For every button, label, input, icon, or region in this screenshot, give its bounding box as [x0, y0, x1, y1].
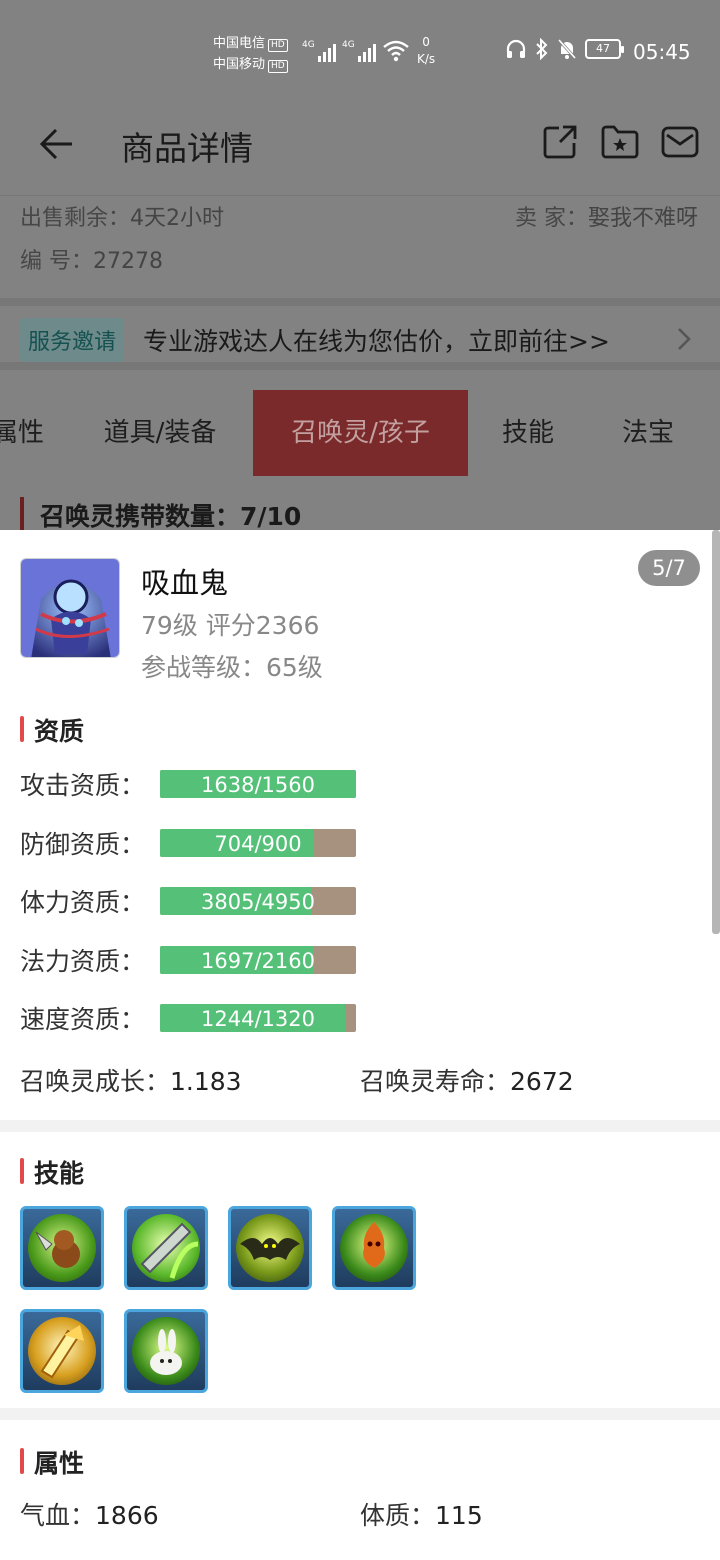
tab-items-equipment[interactable]: 道具/装备 — [92, 390, 228, 476]
clock: 05:45 — [633, 40, 691, 64]
scrollbar[interactable] — [712, 530, 720, 934]
skill-green-blade-icon[interactable] — [124, 1206, 208, 1290]
aptitude-title: 资质 — [20, 712, 84, 748]
chevron-right-icon — [678, 328, 691, 350]
carrier-2: 中国移动 — [213, 57, 266, 72]
aptitude-row: 速度资质： 1244/1320 — [20, 1004, 360, 1034]
speed-unit: K/s — [417, 52, 436, 66]
service-text: 专业游戏达人在线为您估价，立即前往>> — [143, 327, 610, 356]
net-speed: 0 K/s — [417, 34, 435, 68]
summon-count: 召唤灵携带数量：7/10 — [20, 497, 301, 530]
skills-card: 技能 — [0, 1132, 720, 1408]
skill-monkey-axe-icon[interactable] — [20, 1206, 104, 1290]
bluetooth-icon — [536, 38, 548, 60]
growth-stat: 召唤灵成长：1.183 — [20, 1067, 242, 1096]
battery-level: 47 — [596, 42, 610, 55]
vampire-portrait-icon — [21, 559, 119, 657]
battery-icon: 47 — [585, 39, 624, 59]
aptitude-label: 攻击资质： — [20, 771, 146, 800]
pet-battle-level: 参战等级：65级 — [141, 653, 323, 682]
skill-fire-spirit-icon[interactable] — [332, 1206, 416, 1290]
tab-attributes[interactable]: 属性 — [0, 390, 58, 476]
tab-skills[interactable]: 技能 — [490, 390, 566, 476]
background-page: 中国电信 HD 中国移动 HD 4G 4G 0 K/s 47 05:45 商品详… — [0, 0, 720, 530]
skills-title: 技能 — [20, 1154, 84, 1190]
attributes-card: 属性 气血：1866 体质：115 — [0, 1420, 720, 1560]
aptitude-bar: 1244/1320 — [160, 1004, 356, 1032]
wifi-icon — [383, 40, 409, 62]
hd-badge-2: HD — [268, 60, 288, 73]
skill-white-rabbit-icon[interactable] — [124, 1309, 208, 1393]
carrier-1: 中国电信 — [213, 36, 266, 51]
aptitude-bar: 1638/1560 — [160, 770, 356, 798]
pet-info-card: 吸血鬼 79级 评分2366 参战等级：65级 5/7 资质 攻击资质： 163… — [0, 530, 720, 1120]
pet-name: 吸血鬼 — [141, 566, 229, 600]
skill-golden-wing-icon[interactable] — [20, 1309, 104, 1393]
speed-value: 0 — [422, 35, 430, 49]
hd-badge-1: HD — [268, 39, 288, 52]
network-type-1: 4G — [302, 40, 315, 50]
aptitude-row: 体力资质： 3805/4950 — [20, 887, 360, 917]
aptitude-label: 法力资质： — [20, 947, 146, 976]
pet-avatar — [20, 558, 120, 658]
pet-detail-sheet[interactable]: 吸血鬼 79级 评分2366 参战等级：65级 5/7 资质 攻击资质： 163… — [0, 530, 720, 1560]
share-icon[interactable] — [542, 124, 578, 160]
life-stat: 召唤灵寿命：2672 — [360, 1067, 574, 1096]
aptitude-bar: 1697/2160 — [160, 946, 356, 974]
aptitude-bar: 704/900 — [160, 829, 356, 857]
listing-meta: 出售剩余：4天2小时 卖 家：娶我不难呀 编 号：27278 — [0, 198, 720, 290]
favorite-folder-icon[interactable] — [600, 124, 640, 160]
network-type-2: 4G — [342, 40, 355, 50]
skill-bat-icon[interactable] — [228, 1206, 312, 1290]
aptitude-value: 1244/1320 — [201, 1007, 315, 1031]
pet-level-score: 79级 评分2366 — [141, 611, 320, 640]
attribute-constitution: 体质：115 — [360, 1501, 483, 1530]
status-bar: 中国电信 HD 中国移动 HD 4G 4G 0 K/s 47 05:45 — [0, 0, 720, 100]
aptitude-row: 防御资质： 704/900 — [20, 829, 360, 859]
carrier-info: 中国电信 HD 中国移动 HD — [213, 33, 288, 75]
aptitude-row: 法力资质： 1697/2160 — [20, 946, 360, 976]
tab-treasure[interactable]: 法宝 — [610, 390, 686, 476]
signal-icon-2: 4G — [342, 40, 376, 62]
message-icon[interactable] — [661, 124, 699, 160]
tab-bar: 属性 道具/装备 召唤灵/孩子 技能 法宝 — [0, 390, 720, 476]
aptitude-row: 攻击资质： 1638/1560 — [20, 770, 360, 800]
mute-bell-icon — [557, 39, 577, 59]
aptitude-label: 体力资质： — [20, 888, 146, 917]
service-banner[interactable]: 服务邀请 专业游戏达人在线为您估价，立即前往>> — [0, 298, 720, 370]
page-title: 商品详情 — [121, 129, 253, 168]
remaining-time: 出售剩余：4天2小时 — [20, 206, 225, 231]
aptitude-value: 1638/1560 — [201, 773, 315, 797]
aptitude-bar: 3805/4950 — [160, 887, 356, 915]
seller: 卖 家：娶我不难呀 — [514, 206, 698, 231]
attributes-title: 属性 — [20, 1444, 84, 1480]
pet-pager: 5/7 — [638, 550, 700, 586]
aptitude-value: 1697/2160 — [201, 949, 315, 973]
signal-icon-1: 4G — [302, 40, 336, 62]
aptitude-label: 速度资质： — [20, 1005, 146, 1034]
headphones-icon — [506, 39, 526, 58]
service-badge: 服务邀请 — [20, 318, 125, 362]
aptitude-value: 704/900 — [214, 832, 302, 856]
listing-id: 编 号：27278 — [20, 249, 163, 274]
attribute-hp: 气血：1866 — [20, 1501, 159, 1530]
aptitude-label: 防御资质： — [20, 830, 146, 859]
app-header: 商品详情 — [0, 100, 720, 196]
tab-summons[interactable]: 召唤灵/孩子 — [253, 390, 468, 476]
aptitude-value: 3805/4950 — [201, 890, 315, 914]
back-icon[interactable] — [36, 124, 76, 164]
